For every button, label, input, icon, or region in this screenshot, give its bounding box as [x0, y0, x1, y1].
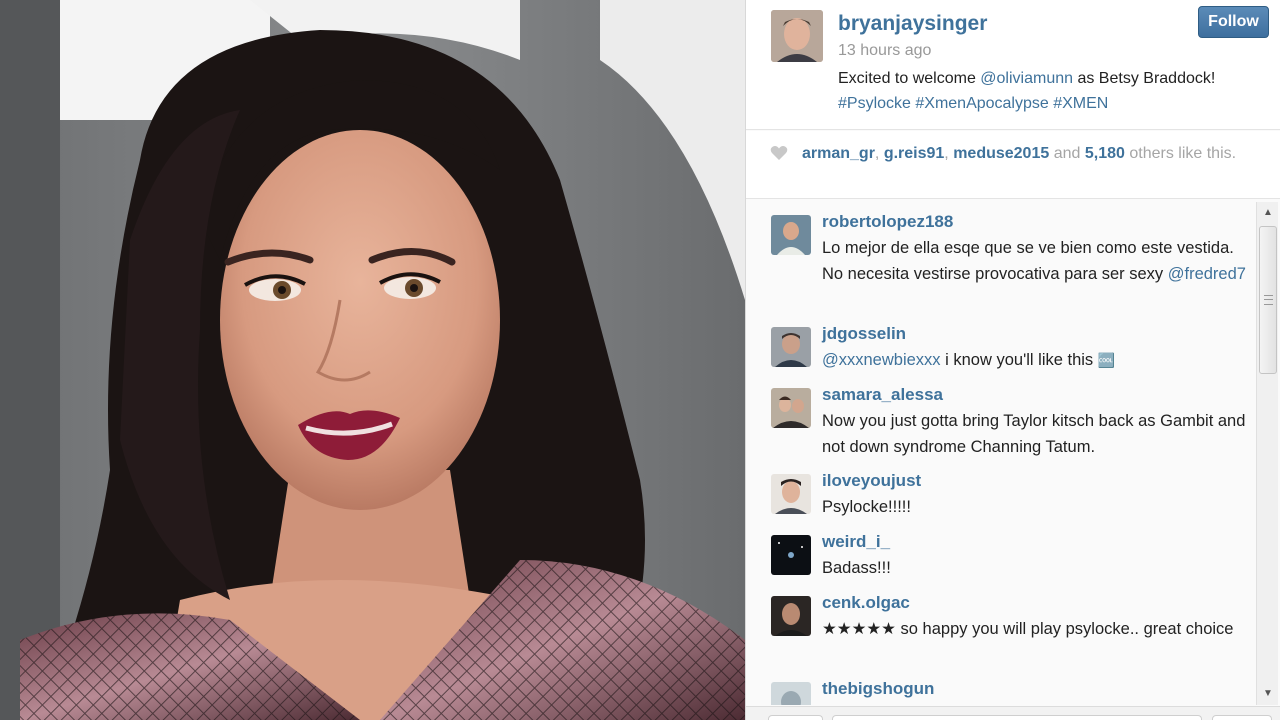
commenter-avatar[interactable] — [771, 682, 811, 705]
owner-avatar[interactable] — [771, 10, 823, 62]
commenter-username[interactable]: thebigshogun — [822, 679, 934, 699]
commenter-avatar[interactable] — [771, 327, 811, 367]
owner-username[interactable]: bryanjaysinger — [838, 12, 987, 36]
commenter-username[interactable]: cenk.olgac — [822, 593, 910, 613]
comment-text: Lo mejor de ella esqe que se ve bien com… — [822, 236, 1247, 287]
comment-input-bar — [746, 706, 1280, 720]
commenter-avatar[interactable] — [771, 474, 811, 514]
commenter-avatar[interactable] — [771, 388, 811, 428]
likes-summary: arman_gr, g.reis91, meduse2015 and 5,180… — [802, 145, 1237, 162]
commenter-avatar[interactable] — [771, 535, 811, 575]
scrollbar-thumb[interactable] — [1259, 226, 1277, 374]
comment-body: i know you'll like this — [940, 351, 1098, 369]
like-action-button[interactable] — [768, 715, 823, 720]
liker-link[interactable]: arman_gr — [802, 145, 875, 162]
follow-button[interactable]: Follow — [1198, 6, 1269, 38]
arrow-up-icon[interactable]: ▲ — [1257, 204, 1279, 222]
commenter-username[interactable]: robertolopez188 — [822, 212, 953, 232]
comment-text: Psylocke!!!!! — [822, 498, 911, 516]
arrow-down-icon[interactable]: ▼ — [1257, 685, 1279, 703]
comment-text: ★★★★★ so happy you will play psylocke.. … — [822, 620, 1234, 638]
commenter-avatar[interactable] — [771, 215, 811, 255]
heart-icon[interactable] — [770, 145, 788, 166]
likes-joiner: and — [1053, 145, 1081, 162]
comment-mention-link[interactable]: @fredred7 — [1168, 265, 1246, 283]
commenter-username[interactable]: samara_alessa — [822, 385, 943, 405]
cool-emoji-icon: 🆒 — [1097, 352, 1116, 368]
likes-section: arman_gr, g.reis91, meduse2015 and 5,180… — [746, 131, 1280, 199]
comments-list[interactable]: robertolopez188 Lo mejor de ella esqe qu… — [746, 200, 1256, 705]
post-caption: Excited to welcome @oliviamunn as Betsy … — [838, 66, 1268, 116]
likes-count[interactable]: 5,180 — [1085, 145, 1125, 162]
grip-icon — [1264, 295, 1273, 305]
comment-input[interactable] — [832, 715, 1202, 720]
likes-suffix: others like this. — [1129, 145, 1237, 162]
more-options-button[interactable] — [1212, 715, 1272, 720]
caption-hashtags[interactable]: #Psylocke #XmenApocalypse #XMEN — [838, 95, 1108, 112]
caption-text-2: as Betsy Braddock! — [1073, 70, 1216, 87]
post-header: bryanjaysinger 13 hours ago Excited to w… — [746, 0, 1280, 130]
caption-text: Excited to welcome — [838, 70, 981, 87]
post-photo[interactable] — [0, 0, 745, 720]
liker-link[interactable]: meduse2015 — [953, 145, 1049, 162]
comment-text: Badass!!! — [822, 559, 891, 577]
commenter-username[interactable]: iloveyoujust — [822, 471, 921, 491]
liker-link[interactable]: g.reis91 — [884, 145, 944, 162]
post-details-panel: bryanjaysinger 13 hours ago Excited to w… — [745, 0, 1280, 720]
comment-text: Now you just gotta bring Taylor kitsch b… — [822, 412, 1246, 456]
comment-text: @xxxnewbiexxx i know you'll like this 🆒 — [822, 348, 1247, 374]
commenter-avatar[interactable] — [771, 596, 811, 636]
commenter-username[interactable]: jdgosselin — [822, 324, 906, 344]
commenter-username[interactable]: weird_i_ — [822, 532, 890, 552]
comment-mention-link[interactable]: @xxxnewbiexxx — [822, 351, 941, 369]
caption-mention-link[interactable]: @oliviamunn — [980, 70, 1073, 87]
post-timestamp[interactable]: 13 hours ago — [838, 42, 931, 60]
portrait-image — [0, 0, 745, 720]
avatar-image — [771, 10, 823, 62]
comments-scrollbar[interactable]: ▲ ▼ — [1256, 202, 1278, 705]
